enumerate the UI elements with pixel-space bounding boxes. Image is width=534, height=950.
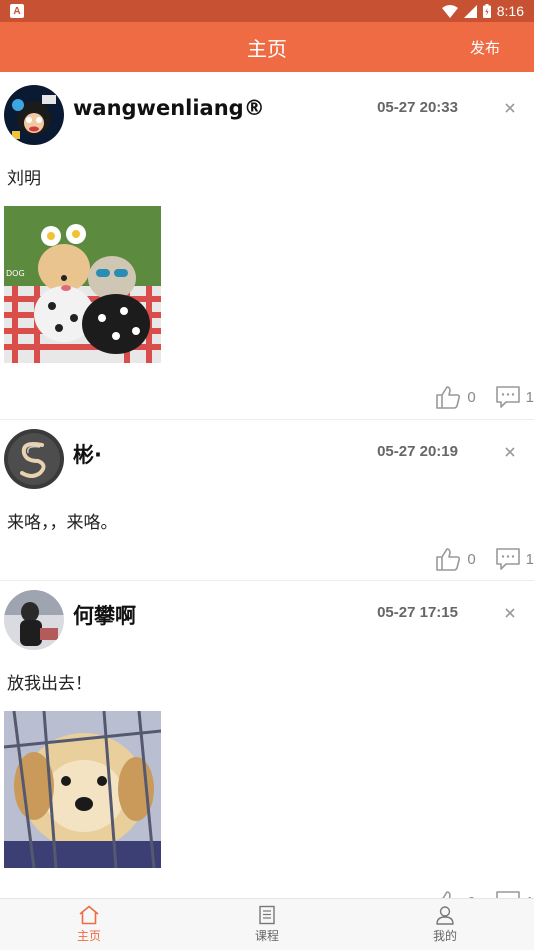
battery-icon <box>482 4 491 18</box>
nav-label: 主页 <box>76 929 101 943</box>
like-button[interactable]: 0 <box>435 385 476 409</box>
post-actions: 0 1 <box>415 888 534 898</box>
post-text: 来咯，，来咯。 <box>7 513 118 533</box>
status-left: A <box>10 4 24 18</box>
comment-icon <box>495 386 520 408</box>
clock: 8:16 <box>496 3 524 19</box>
post-time: 05-27 20:19 <box>377 443 458 460</box>
post-image[interactable]: DOG <box>4 206 161 363</box>
thumbs-up-icon <box>442 891 452 898</box>
post-actions: 0 1 <box>415 545 534 573</box>
course-icon <box>259 905 275 925</box>
status-right: 8:16 <box>441 3 524 19</box>
svg-text:DOG: DOG <box>6 269 25 278</box>
comment-button[interactable]: 1 <box>495 386 534 408</box>
comment-icon <box>495 548 520 570</box>
post-text: 放我出去！ <box>7 674 92 694</box>
username[interactable]: wangwenliang® <box>73 96 265 120</box>
nav-item-home[interactable]: 主页 <box>0 899 178 950</box>
post-text: 刘明 <box>7 169 41 189</box>
feed-list[interactable]: wangwenliang® 05-27 20:33 刘明 DOG 0 1 彬· … <box>0 72 534 898</box>
nav-label: 课程 <box>254 929 279 943</box>
profile-icon <box>436 906 454 925</box>
app-header: 主页 发布 <box>0 22 534 72</box>
close-icon[interactable] <box>502 605 518 621</box>
comment-count: 1 <box>525 550 534 568</box>
avatar[interactable] <box>4 85 64 145</box>
comment-button[interactable]: 1 <box>495 891 534 898</box>
nav-item-profile[interactable]: 我的 <box>356 899 534 950</box>
close-icon[interactable] <box>502 444 518 460</box>
comment-button[interactable]: 1 <box>495 548 534 570</box>
close-icon[interactable] <box>502 100 518 116</box>
post-time: 05-27 17:15 <box>377 604 458 621</box>
like-button[interactable]: 0 <box>435 890 476 898</box>
signal-icon <box>463 4 477 18</box>
avatar[interactable] <box>4 590 64 650</box>
like-button[interactable]: 0 <box>435 547 476 571</box>
comment-icon <box>495 891 520 898</box>
nav-label: 我的 <box>432 929 457 943</box>
post-card: 彬· 05-27 20:19 来咯，，来咯。 0 1 <box>0 420 534 581</box>
post-actions: 0 1 <box>415 383 534 411</box>
notification-icon: A <box>10 4 24 18</box>
post-time: 05-27 20:33 <box>377 99 458 116</box>
username[interactable]: 彬· <box>73 439 102 469</box>
wifi-icon <box>441 4 458 18</box>
thumbs-up-icon <box>436 548 461 571</box>
post-image[interactable] <box>4 711 161 868</box>
nav-item-course[interactable]: 课程 <box>178 899 356 950</box>
post-card: 何攀啊 05-27 17:15 放我出去！ <box>0 581 534 898</box>
like-count: 0 <box>467 388 476 406</box>
home-icon <box>79 905 99 925</box>
comment-count: 1 <box>525 388 534 406</box>
post-card: wangwenliang® 05-27 20:33 刘明 DOG 0 1 <box>0 72 534 420</box>
status-bar: A 8:16 <box>0 0 534 22</box>
like-count: 0 <box>467 550 476 568</box>
username[interactable]: 何攀啊 <box>73 600 136 630</box>
thumbs-up-icon <box>436 386 461 409</box>
bottom-nav: 主页 课程 我的 <box>0 898 534 950</box>
page-title: 主页 <box>247 36 287 61</box>
publish-button[interactable]: 发布 <box>470 22 500 72</box>
avatar[interactable] <box>4 429 64 489</box>
